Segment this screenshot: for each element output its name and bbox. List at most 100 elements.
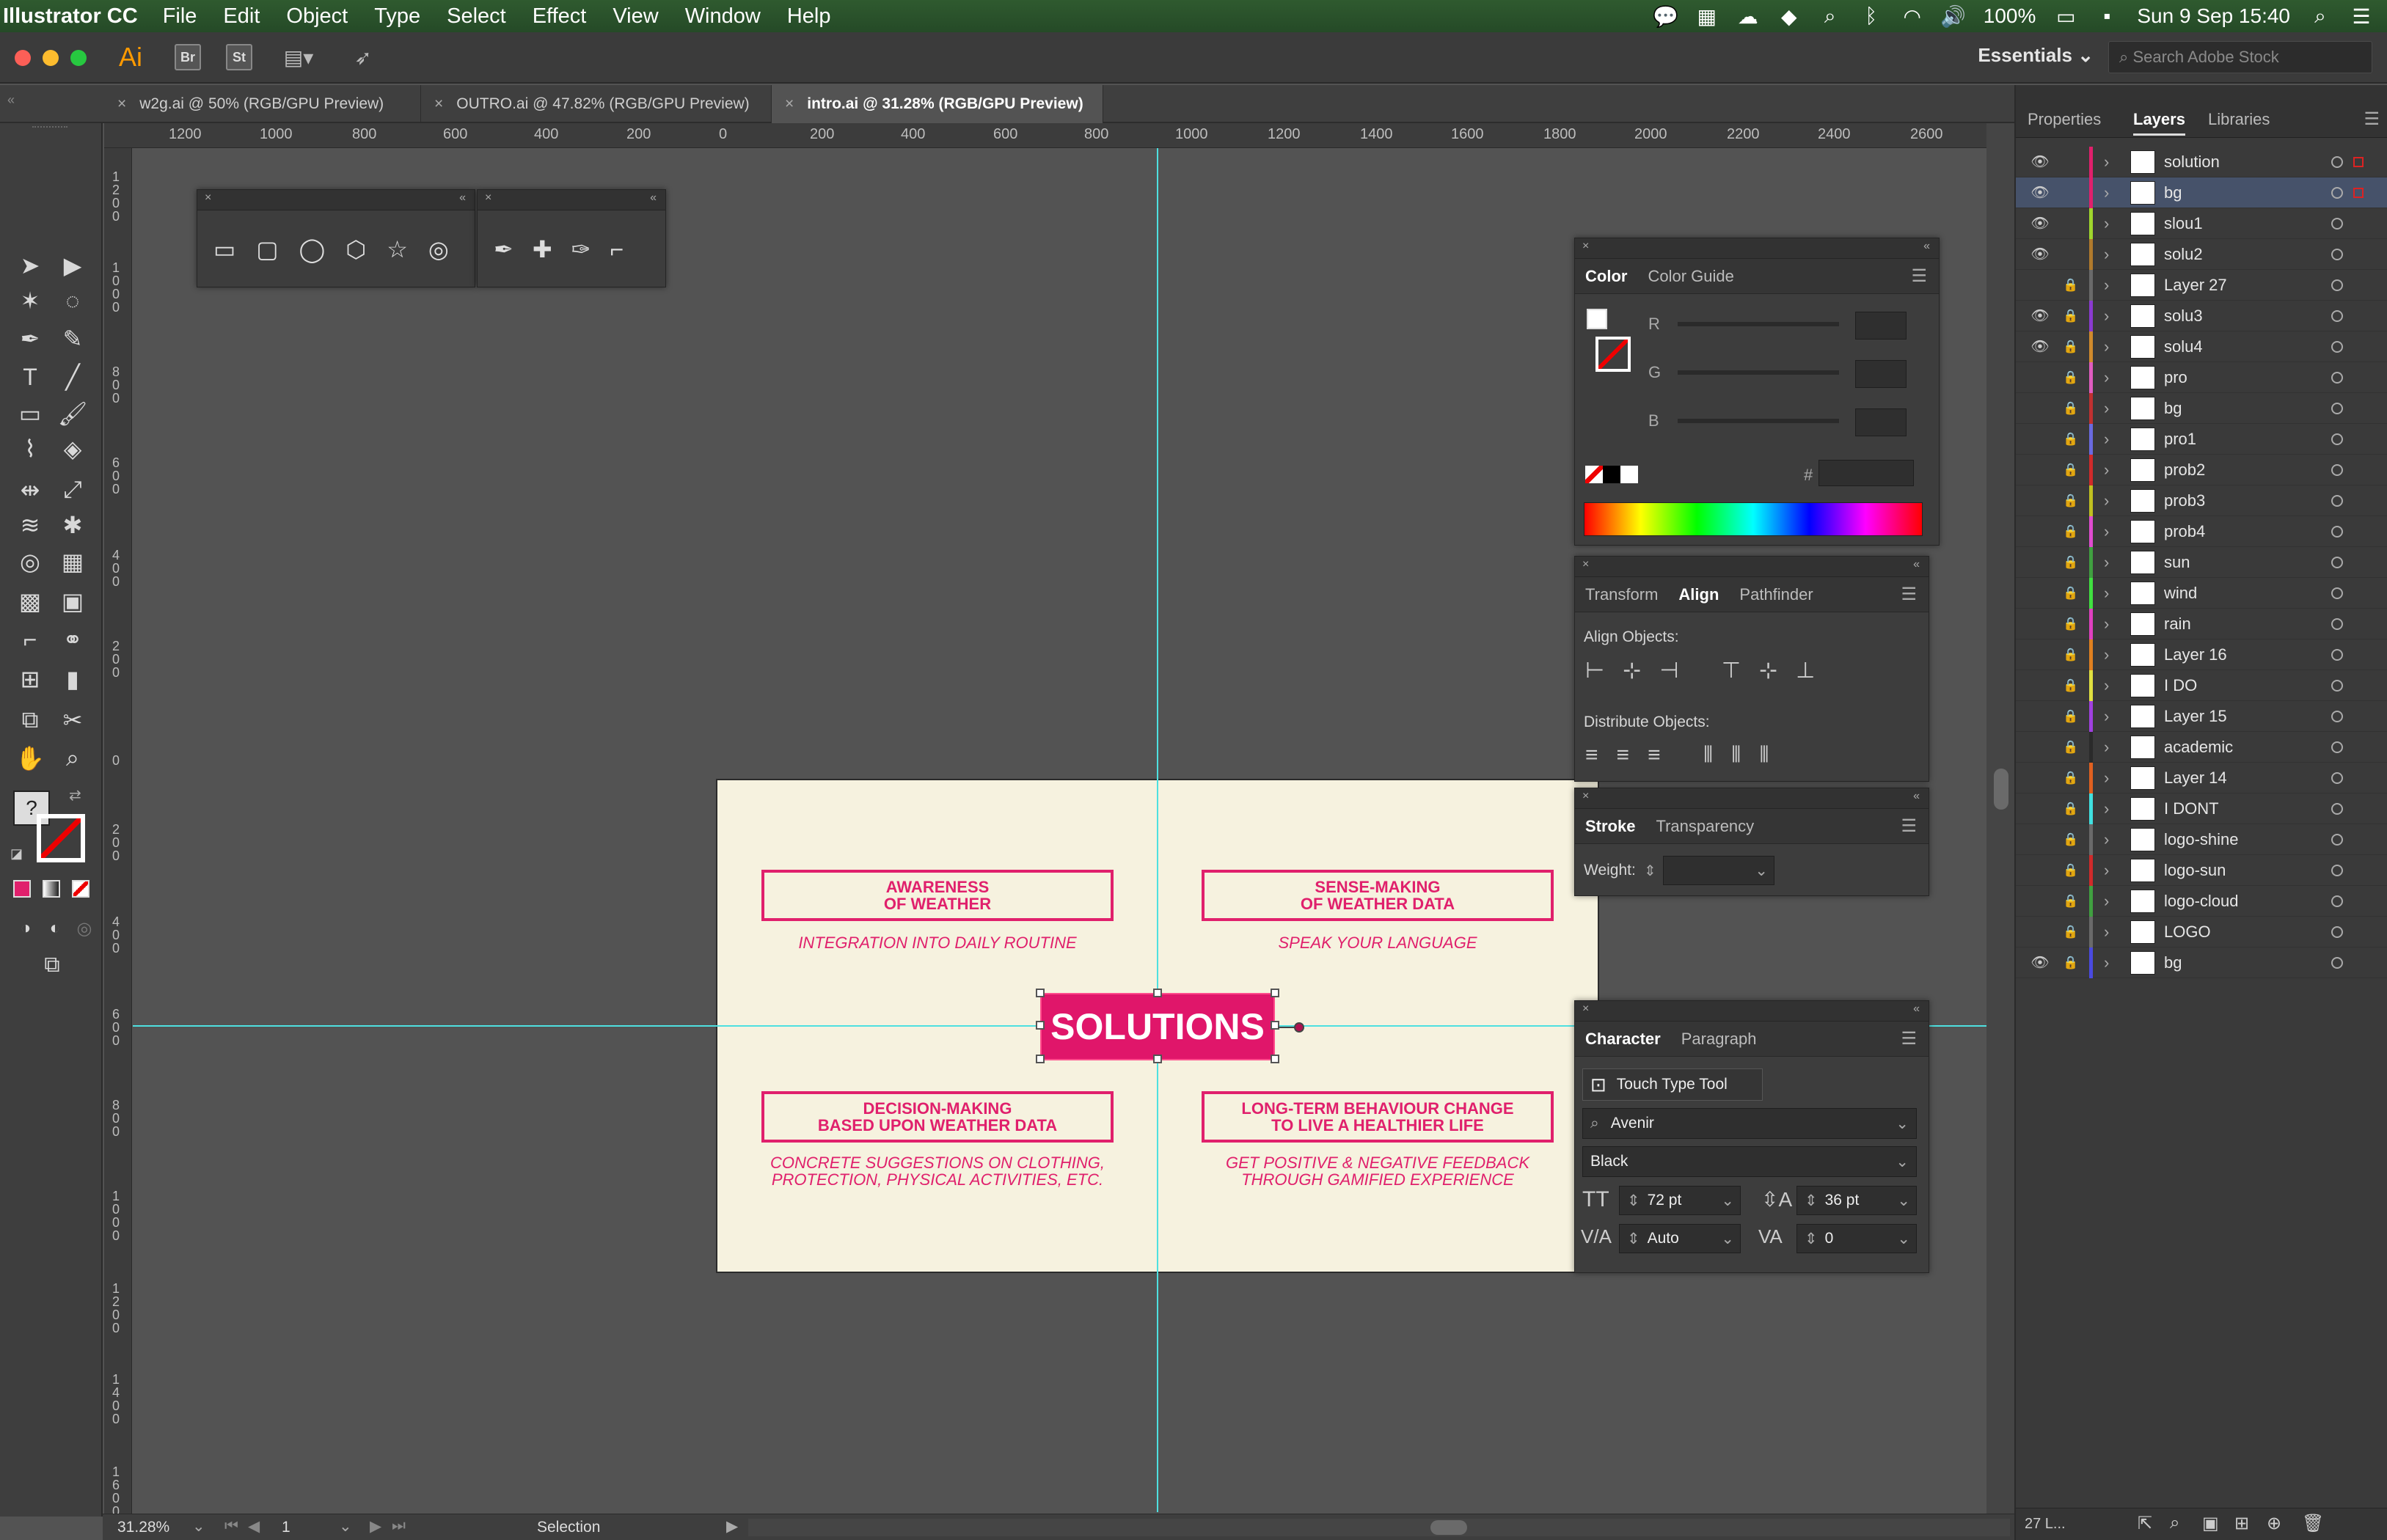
close-window-button[interactable] bbox=[15, 50, 31, 66]
lock-icon[interactable]: 🔒 bbox=[2063, 617, 2078, 631]
expand-chevron-icon[interactable]: › bbox=[2104, 491, 2109, 510]
volume-icon[interactable]: 🔊 bbox=[1940, 5, 1966, 28]
zoom-tool-icon[interactable]: ⌕ bbox=[53, 741, 92, 776]
layer-name[interactable]: Layer 27 bbox=[2164, 276, 2227, 295]
collapse-icon[interactable]: « bbox=[1913, 558, 1920, 571]
kerning-field[interactable]: ⇕ Auto ⌄ bbox=[1619, 1224, 1741, 1253]
target-circle-icon[interactable] bbox=[2331, 556, 2343, 568]
menu-object[interactable]: Object bbox=[286, 4, 348, 29]
swap-fill-stroke-icon[interactable]: ⇄ bbox=[69, 786, 81, 804]
layer-row[interactable]: 🔒 › Layer 14 bbox=[2016, 762, 2387, 793]
target-circle-icon[interactable] bbox=[2331, 617, 2343, 630]
box-behaviour-change[interactable]: LONG-TERM BEHAVIOUR CHANGE TO LIVE A HEA… bbox=[1202, 1091, 1554, 1143]
align-h-center-icon[interactable]: ⊹ bbox=[1623, 659, 1641, 683]
r-value-field[interactable] bbox=[1855, 312, 1907, 340]
layer-name[interactable]: prob2 bbox=[2164, 461, 2205, 480]
expand-chevron-icon[interactable]: › bbox=[2104, 584, 2109, 603]
perspective-grid-tool-icon[interactable]: ▦ bbox=[53, 544, 92, 579]
distribute-left-icon[interactable]: ⦀ bbox=[1703, 743, 1713, 767]
collapse-icon[interactable]: « bbox=[1913, 1002, 1920, 1016]
collapse-icon[interactable]: « bbox=[459, 191, 466, 205]
collect-export-icon[interactable]: ⇱ bbox=[2138, 1513, 2152, 1534]
layer-name[interactable]: Layer 15 bbox=[2164, 707, 2227, 726]
layer-row[interactable]: 👁 🔒 › solu3 bbox=[2016, 300, 2387, 331]
selection-handle[interactable] bbox=[1271, 989, 1279, 997]
target-circle-icon[interactable] bbox=[2331, 309, 2343, 322]
gpu-performance-icon[interactable]: ➶ bbox=[345, 43, 381, 72]
color-mode-icon[interactable] bbox=[13, 880, 31, 898]
touch-type-button[interactable]: ⊡ Touch Type Tool bbox=[1582, 1068, 1763, 1101]
target-circle-icon[interactable] bbox=[2331, 864, 2343, 876]
font-style-select[interactable]: Black ⌄ bbox=[1582, 1146, 1917, 1177]
selection-handle[interactable] bbox=[1271, 1055, 1279, 1063]
layer-row[interactable]: 🔒 › Layer 15 bbox=[2016, 700, 2387, 732]
expand-chevron-icon[interactable]: › bbox=[2104, 553, 2109, 572]
panel-titlebar[interactable]: × « bbox=[478, 190, 665, 210]
menu-file[interactable]: File bbox=[163, 4, 197, 29]
layer-name[interactable]: bg bbox=[2164, 183, 2182, 202]
layer-row[interactable]: 🔒 › pro bbox=[2016, 362, 2387, 393]
close-icon[interactable]: × bbox=[785, 95, 794, 113]
chevron-down-icon[interactable]: ⌄ bbox=[1896, 1153, 1909, 1171]
layer-row[interactable]: 👁 › solu2 bbox=[2016, 238, 2387, 270]
tab-transform[interactable]: Transform bbox=[1575, 585, 1668, 604]
font-size-field[interactable]: ⇕ 72 pt ⌄ bbox=[1619, 1186, 1741, 1215]
magic-wand-tool-icon[interactable]: ✶ bbox=[10, 283, 50, 318]
menu-edit[interactable]: Edit bbox=[223, 4, 260, 29]
tab-stroke[interactable]: Stroke bbox=[1575, 817, 1645, 836]
tab-align[interactable]: Align bbox=[1668, 585, 1729, 604]
align-top-icon[interactable]: ⊤ bbox=[1722, 659, 1741, 683]
close-icon[interactable]: × bbox=[117, 95, 126, 113]
expand-chevron-icon[interactable]: › bbox=[2104, 861, 2109, 880]
panel-titlebar[interactable]: × « bbox=[1575, 1001, 1929, 1022]
tab-color-guide[interactable]: Color Guide bbox=[1637, 267, 1744, 286]
menu-window[interactable]: Window bbox=[685, 4, 761, 29]
chevron-down-icon[interactable]: ⌄ bbox=[1721, 1230, 1734, 1248]
vertical-scrollbar[interactable] bbox=[1986, 123, 2014, 1514]
status-menu-icon[interactable]: ▶ bbox=[726, 1517, 738, 1536]
box-sense-making[interactable]: SENSE-MAKING OF WEATHER DATA bbox=[1202, 870, 1554, 921]
layer-name[interactable]: logo-shine bbox=[2164, 830, 2239, 849]
flare-icon[interactable]: ◎ bbox=[428, 236, 469, 263]
target-circle-icon[interactable] bbox=[2331, 463, 2343, 476]
distribute-top-icon[interactable]: ≡ bbox=[1585, 743, 1598, 767]
stepper-icon[interactable]: ⇕ bbox=[1627, 1230, 1640, 1248]
clipping-mask-icon[interactable]: ▣ bbox=[2202, 1513, 2219, 1534]
layer-name[interactable]: bg bbox=[2164, 399, 2182, 418]
layer-name[interactable]: slou1 bbox=[2164, 214, 2203, 233]
menu-view[interactable]: View bbox=[613, 4, 658, 29]
layer-row[interactable]: 🔒 › pro1 bbox=[2016, 423, 2387, 455]
pen-tool-icon[interactable]: ✒ bbox=[10, 321, 50, 356]
target-circle-icon[interactable] bbox=[2331, 155, 2343, 168]
selection-handle[interactable] bbox=[1036, 1021, 1045, 1030]
panel-menu-icon[interactable]: ☰ bbox=[2364, 109, 2380, 130]
flag-icon[interactable]: ▪ bbox=[2096, 4, 2118, 27]
layer-row[interactable]: 🔒 › prob2 bbox=[2016, 454, 2387, 485]
puppet-warp-tool-icon[interactable]: ✱ bbox=[53, 507, 92, 543]
layer-row[interactable]: 🔒 › prob4 bbox=[2016, 516, 2387, 547]
bluetooth-icon[interactable]: ᛒ bbox=[1860, 4, 1882, 27]
layer-name[interactable]: bg bbox=[2164, 953, 2182, 972]
stepper-icon[interactable]: ⇕ bbox=[1805, 1192, 1818, 1210]
weight-stepper-icon[interactable]: ⇕ bbox=[1644, 862, 1656, 880]
tab-w2g[interactable]: × w2g.ai @ 50% (RGB/GPU Preview) bbox=[104, 85, 421, 123]
horizontal-scroll-thumb[interactable] bbox=[1430, 1520, 1467, 1535]
expand-chevron-icon[interactable]: › bbox=[2104, 769, 2109, 788]
layer-name[interactable]: rain bbox=[2164, 615, 2191, 634]
expand-chevron-icon[interactable]: › bbox=[2104, 153, 2109, 172]
lock-icon[interactable]: 🔒 bbox=[2063, 278, 2078, 293]
lock-icon[interactable]: 🔒 bbox=[2063, 555, 2078, 570]
tab-outro[interactable]: × OUTRO.ai @ 47.82% (RGB/GPU Preview) bbox=[421, 85, 772, 123]
close-icon[interactable]: × bbox=[1582, 240, 1589, 253]
g-slider[interactable] bbox=[1678, 370, 1839, 375]
eyedropper-tool-icon[interactable]: ⌐ bbox=[10, 622, 50, 657]
layer-name[interactable]: solu3 bbox=[2164, 307, 2203, 326]
tab-libraries[interactable]: Libraries bbox=[2208, 110, 2270, 129]
target-circle-icon[interactable] bbox=[2331, 433, 2343, 445]
expand-chevron-icon[interactable]: › bbox=[2104, 923, 2109, 942]
close-icon[interactable]: × bbox=[434, 95, 443, 113]
layer-row[interactable]: 👁 🔒 › solu4 bbox=[2016, 331, 2387, 362]
vertical-guide[interactable] bbox=[1157, 148, 1158, 1512]
visibility-eye-icon[interactable]: 👁 bbox=[2030, 153, 2050, 171]
target-circle-icon[interactable] bbox=[2331, 217, 2343, 230]
